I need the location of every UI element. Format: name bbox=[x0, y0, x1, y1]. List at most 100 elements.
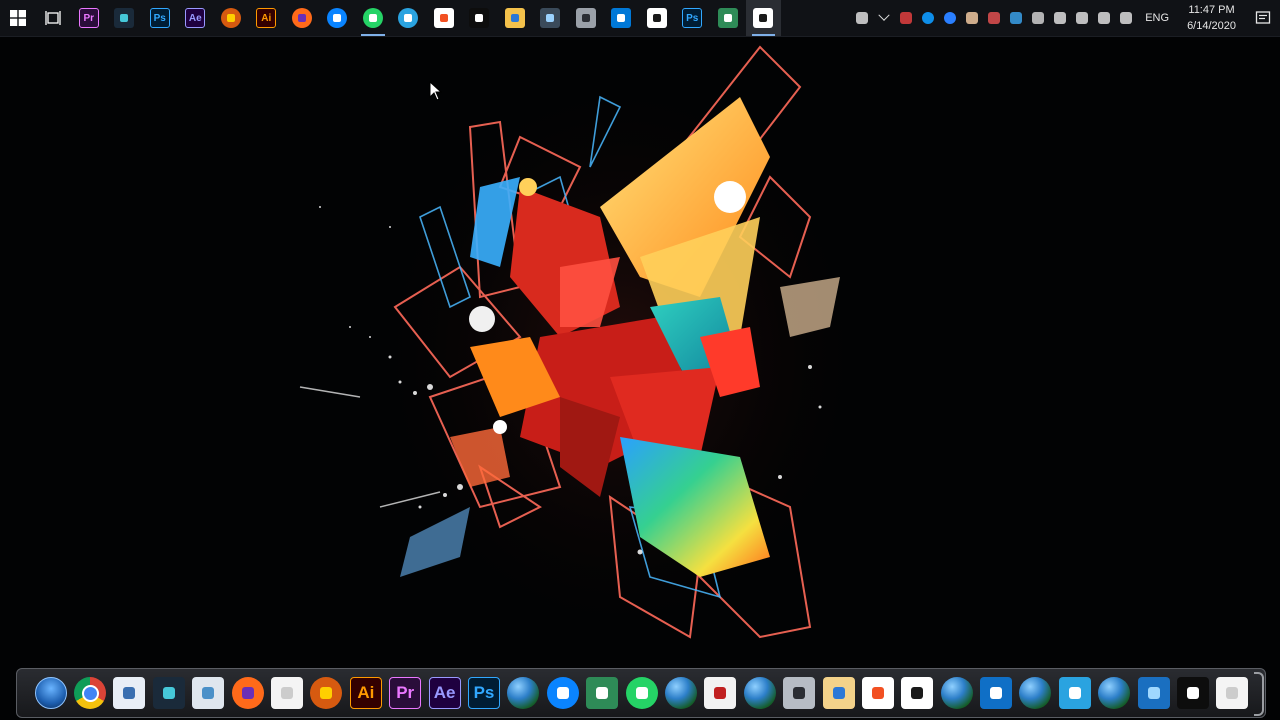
tray-tray-app-2-button[interactable] bbox=[983, 0, 1005, 36]
taskbar-photoshop-2-button[interactable]: Ps bbox=[675, 0, 711, 36]
recycle-bin-icon bbox=[192, 677, 225, 709]
tray-keyboard-button[interactable] bbox=[1115, 0, 1137, 36]
icon-glyph bbox=[226, 14, 235, 22]
blank-file-icon bbox=[1216, 677, 1249, 709]
taskbar-illustrator-button[interactable]: Ai bbox=[249, 0, 285, 36]
taskbar-camtasia-green-button[interactable] bbox=[710, 0, 746, 36]
keyboard-icon bbox=[1120, 12, 1133, 24]
taskbar-pinned-apps: Pr Ps Ae Ai Ps bbox=[0, 0, 781, 36]
dock-globe-2-button[interactable] bbox=[661, 670, 700, 716]
dock-blank-file-2-button[interactable] bbox=[1213, 670, 1252, 716]
tray-antivirus-button[interactable] bbox=[895, 0, 917, 36]
dock-filmora-button[interactable] bbox=[149, 670, 188, 716]
dock-whatsapp-button[interactable] bbox=[622, 670, 661, 716]
whatsapp-icon bbox=[625, 677, 658, 709]
dock-cube-app-button[interactable] bbox=[1134, 670, 1173, 716]
windows-logo-icon bbox=[9, 10, 26, 26]
icon-glyph bbox=[475, 14, 484, 22]
dock-globe-1-button[interactable] bbox=[504, 670, 543, 716]
icon-glyph bbox=[368, 14, 377, 22]
shield-icon bbox=[900, 12, 913, 24]
people-icon bbox=[856, 12, 869, 24]
dock-orange-app-button[interactable] bbox=[307, 670, 346, 716]
taskbar-file-explorer-button[interactable] bbox=[497, 0, 533, 36]
taskbar-app-device-button[interactable] bbox=[533, 0, 569, 36]
dock-camera-button[interactable] bbox=[779, 670, 818, 716]
dock-documents-button[interactable] bbox=[110, 670, 149, 716]
tray-people-button[interactable] bbox=[851, 0, 873, 36]
file-icon bbox=[822, 677, 855, 709]
dock-globe-4-button[interactable] bbox=[937, 670, 976, 716]
illustrator-icon: Ai bbox=[256, 8, 277, 28]
taskbar-after-effects-button[interactable]: Ae bbox=[178, 0, 214, 36]
taskbar-camera-button[interactable] bbox=[568, 0, 604, 36]
tray-bluetooth-button[interactable] bbox=[939, 0, 961, 36]
taskbar-premiere-button[interactable]: Pr bbox=[71, 0, 107, 36]
dock-file-app-button[interactable] bbox=[819, 670, 858, 716]
dock-firefox-button[interactable] bbox=[228, 670, 267, 716]
taskbar-task-view-button[interactable] bbox=[36, 0, 72, 36]
tray-onedrive-button[interactable] bbox=[1027, 0, 1049, 36]
language-indicator[interactable]: ENG bbox=[1137, 12, 1177, 24]
dock-store-button[interactable] bbox=[858, 670, 897, 716]
clock[interactable]: 11:47 PM 6/14/2020 bbox=[1177, 2, 1246, 34]
taskbar-start-button[interactable] bbox=[0, 0, 36, 36]
dock-video-editor-button[interactable] bbox=[701, 670, 740, 716]
icon-glyph bbox=[1068, 687, 1081, 699]
tray-battery-button[interactable] bbox=[1049, 0, 1071, 36]
dock-chrome-button[interactable] bbox=[70, 670, 109, 716]
dock-blue-app-button[interactable] bbox=[976, 670, 1015, 716]
tray-volume-button[interactable] bbox=[1093, 0, 1115, 36]
dock-photos-button[interactable] bbox=[898, 670, 937, 716]
camtasia-icon bbox=[717, 8, 738, 28]
dock-photoshop-button[interactable]: Ps bbox=[464, 670, 503, 716]
dolby-icon bbox=[1177, 677, 1210, 709]
dock-blank-file-button[interactable] bbox=[267, 670, 306, 716]
dock-globe-5-button[interactable] bbox=[1016, 670, 1055, 716]
dock-after-effects-button[interactable]: Ae bbox=[425, 670, 464, 716]
telegram-icon bbox=[1058, 677, 1091, 709]
tray-chevron-button[interactable] bbox=[873, 0, 895, 36]
dock-dolby-button[interactable] bbox=[1173, 670, 1212, 716]
dock-camtasia-green-button[interactable] bbox=[582, 670, 621, 716]
icon-glyph bbox=[333, 14, 342, 22]
chrome-center bbox=[81, 684, 99, 702]
tray-tray-app-button[interactable] bbox=[961, 0, 983, 36]
tray-wifi-button[interactable] bbox=[1071, 0, 1093, 36]
taskbar-dolby-button[interactable] bbox=[462, 0, 498, 36]
taskbar-messenger-button[interactable] bbox=[320, 0, 356, 36]
globe-icon bbox=[940, 677, 973, 709]
taskbar-photoshop-button[interactable]: Ps bbox=[142, 0, 178, 36]
taskbar-firefox-button[interactable] bbox=[284, 0, 320, 36]
photoshop-icon: Ps bbox=[149, 8, 170, 28]
tools-icon bbox=[988, 12, 1001, 24]
photoshop-icon: Ps bbox=[682, 8, 703, 28]
taskbar-camtasia-button[interactable] bbox=[745, 0, 781, 36]
cube-icon bbox=[1137, 677, 1170, 709]
taskbar-filmora-button[interactable] bbox=[107, 0, 143, 36]
taskbar-photos-button[interactable] bbox=[639, 0, 675, 36]
dock-illustrator-button[interactable]: Ai bbox=[346, 670, 385, 716]
display-icon bbox=[1010, 12, 1023, 24]
icon-glyph bbox=[404, 14, 413, 22]
taskbar-app-orange-button[interactable] bbox=[213, 0, 249, 36]
device-icon bbox=[540, 8, 561, 28]
dock-messenger-button[interactable] bbox=[543, 670, 582, 716]
icon-glyph bbox=[281, 687, 294, 699]
dock-globe-6-button[interactable] bbox=[1095, 670, 1134, 716]
action-center-button[interactable] bbox=[1246, 0, 1280, 36]
illustrator-icon: Ai bbox=[349, 677, 382, 709]
tray-teamviewer-button[interactable] bbox=[917, 0, 939, 36]
desktop[interactable] bbox=[0, 37, 1280, 667]
taskbar-store-button[interactable] bbox=[426, 0, 462, 36]
dock-premiere-button[interactable]: Pr bbox=[386, 670, 425, 716]
dock-recycle-bin-button[interactable] bbox=[189, 670, 228, 716]
taskbar-telegram-button[interactable] bbox=[391, 0, 427, 36]
dock-windows-orb-button[interactable] bbox=[31, 670, 70, 716]
blue-square-icon bbox=[980, 677, 1013, 709]
tray-display-button[interactable] bbox=[1005, 0, 1027, 36]
dock-globe-3-button[interactable] bbox=[740, 670, 779, 716]
taskbar-feedback-button[interactable] bbox=[604, 0, 640, 36]
taskbar-whatsapp-button[interactable] bbox=[355, 0, 391, 36]
dock-telegram-button[interactable] bbox=[1055, 670, 1094, 716]
